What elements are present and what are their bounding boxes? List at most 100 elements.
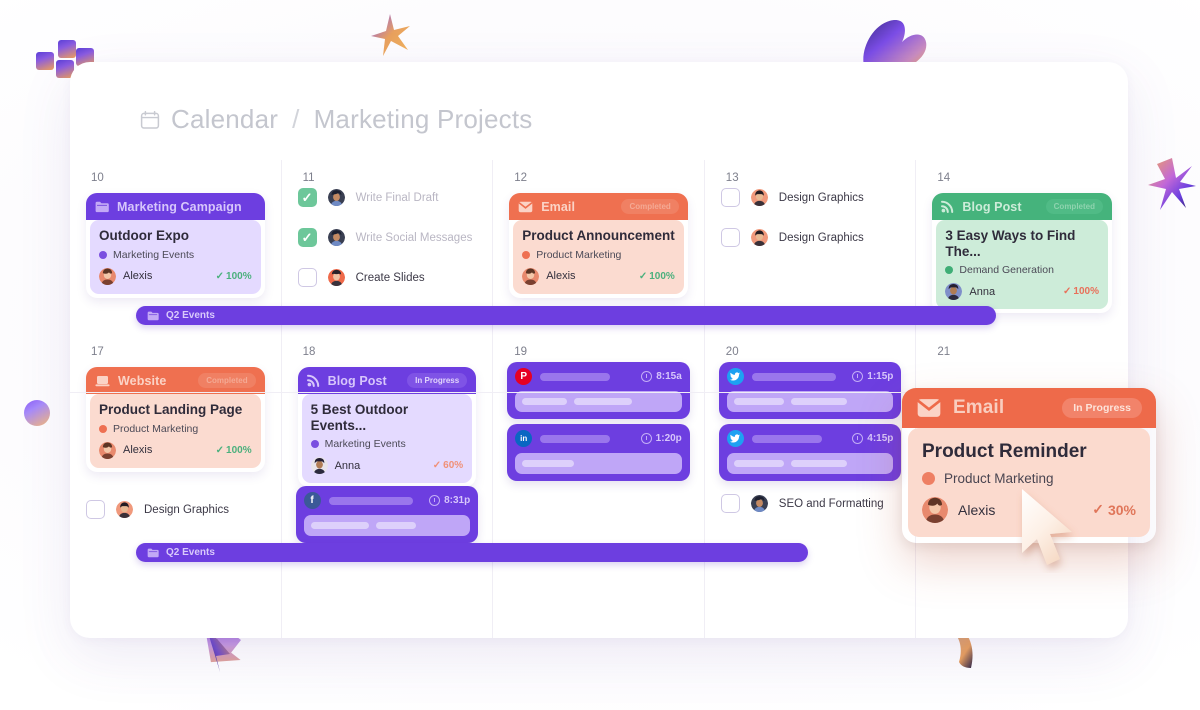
- tag-label: Marketing Events: [324, 438, 406, 451]
- tag-label: Product Marketing: [113, 422, 199, 435]
- day-number: 12: [514, 172, 527, 184]
- social-post-header: P 8:15a: [515, 368, 682, 385]
- event-card-website[interactable]: Website Completed Product Landing Page P…: [86, 367, 265, 472]
- social-post-twitter-2[interactable]: 4:15p: [718, 424, 902, 481]
- time-label: 1:15p: [867, 371, 894, 382]
- event-card-blog-post-2[interactable]: Blog Post In Progress 5 Best Outdoor Eve…: [297, 367, 477, 487]
- social-post-body: [515, 391, 682, 412]
- status-badge: Completed: [198, 373, 256, 388]
- check-icon: ✓: [1063, 286, 1072, 298]
- avatar: [750, 189, 768, 206]
- placeholder-bar: [790, 398, 847, 405]
- post-time: 8:15a: [641, 371, 682, 382]
- progress-badge: ✓ 100%: [1063, 286, 1099, 297]
- card-title: Product Landing Page: [99, 402, 243, 417]
- event-card-blog-post[interactable]: Blog Post Completed 3 Easy Ways to Find …: [932, 193, 1112, 313]
- social-post-facebook[interactable]: f 8:31p: [295, 486, 479, 543]
- time-label: 8:31p: [444, 495, 471, 506]
- breadcrumb-project[interactable]: Marketing Projects: [314, 104, 533, 135]
- checkbox-checked[interactable]: [297, 188, 317, 207]
- card-footer: Anna ✓ 60%: [310, 457, 463, 475]
- progress-value: 100%: [649, 270, 675, 282]
- social-post-twitter-1[interactable]: 1:15p: [718, 362, 902, 419]
- card-type-label: Email: [541, 199, 576, 214]
- task-label: SEO and Formatting: [778, 497, 884, 510]
- envelope-icon: [518, 201, 533, 212]
- avatar: [945, 283, 963, 301]
- progress-value: 100%: [1073, 286, 1099, 298]
- day-number: 17: [91, 346, 104, 358]
- post-time: 1:15p: [852, 371, 893, 382]
- placeholder-bar: [522, 460, 575, 467]
- assignee-name: Alexis: [958, 501, 996, 518]
- day-number: 14: [937, 172, 951, 184]
- event-bar-q2-week2[interactable]: Q2 Events: [136, 543, 808, 562]
- day-number: 21: [937, 346, 951, 358]
- twitter-icon: [726, 430, 744, 447]
- card-tag: Marketing Events: [99, 249, 252, 261]
- checkbox-checked[interactable]: [297, 228, 317, 247]
- event-bar-q2-week1[interactable]: Q2 Events: [136, 306, 996, 325]
- avatar: [99, 441, 116, 459]
- progress-value: 100%: [226, 270, 252, 282]
- time-label: 1:20p: [655, 433, 682, 444]
- task-label: Create Slides: [355, 271, 425, 284]
- avatar: [750, 495, 768, 512]
- breadcrumb-calendar[interactable]: Calendar: [171, 104, 278, 135]
- card-tag: Product Marketing: [99, 423, 252, 435]
- assignee-name: Alexis: [546, 270, 576, 283]
- social-post-header: 1:15p: [726, 368, 893, 385]
- task-row[interactable]: Design Graphics: [720, 228, 904, 247]
- checkbox-unchecked[interactable]: [720, 188, 740, 207]
- assignee-name: Anna: [969, 285, 996, 298]
- event-card-email[interactable]: Email Completed Product Announcement Pro…: [509, 193, 688, 298]
- avatar: [327, 189, 345, 206]
- checkbox-unchecked[interactable]: [720, 228, 740, 247]
- rss-icon: [941, 200, 954, 213]
- event-card-marketing-campaign[interactable]: Marketing Campaign Outdoor Expo Marketin…: [86, 193, 265, 298]
- check-icon: ✓: [638, 270, 648, 282]
- progress-badge: ✓ 100%: [216, 445, 252, 456]
- task-row[interactable]: Write Social Messages: [297, 228, 481, 247]
- task-label: Design Graphics: [778, 231, 864, 244]
- card-title: 5 Best Outdoor Events...: [310, 402, 409, 433]
- checkbox-unchecked[interactable]: [720, 494, 740, 513]
- social-post-body: [726, 391, 894, 412]
- card-type-label: Blog Post: [962, 199, 1022, 214]
- time-label: 4:15p: [867, 433, 894, 444]
- placeholder-bar: [790, 460, 847, 467]
- task-row[interactable]: Create Slides: [297, 268, 481, 287]
- check-icon: ✓: [432, 460, 442, 472]
- event-bar-label: Q2 Events: [166, 310, 215, 321]
- task-row[interactable]: SEO and Formatting: [720, 494, 904, 513]
- calendar-icon: [140, 110, 160, 129]
- card-type-label: Website: [118, 373, 167, 388]
- task-row[interactable]: Design Graphics: [720, 188, 904, 207]
- day-column-18: 18 Blog Post In Progress 5 Best Outdoor …: [282, 334, 494, 638]
- card-type-label: Marketing Campaign: [117, 199, 242, 214]
- placeholder-bar: [574, 398, 633, 405]
- day-number: 20: [725, 346, 739, 358]
- placeholder-bar: [375, 522, 416, 529]
- day-number: 11: [302, 172, 315, 184]
- tag-label: Product Marketing: [536, 248, 622, 261]
- avatar: [750, 229, 768, 246]
- post-time: 8:31p: [429, 495, 470, 506]
- day-number: 19: [514, 346, 527, 358]
- clock-icon: [641, 371, 653, 382]
- status-badge: Completed: [621, 199, 679, 214]
- card-header: Email Completed: [509, 193, 688, 220]
- checkbox-unchecked[interactable]: [86, 500, 105, 519]
- card-title: 3 Easy Ways to Find The...: [945, 228, 1076, 259]
- social-post-body: [515, 453, 682, 474]
- task-row[interactable]: Write Final Draft: [297, 188, 481, 207]
- task-row[interactable]: Design Graphics: [86, 500, 269, 519]
- checkbox-unchecked[interactable]: [297, 268, 317, 287]
- social-post-pinterest[interactable]: P 8:15a: [507, 362, 690, 419]
- task-label: Write Social Messages: [355, 231, 473, 244]
- card-footer: Anna ✓ 100%: [945, 283, 1099, 301]
- day-number: 18: [302, 346, 316, 358]
- social-post-linkedin[interactable]: in 1:20p: [507, 424, 690, 481]
- tag-dot-icon: [945, 266, 954, 275]
- day-number: 10: [91, 172, 104, 184]
